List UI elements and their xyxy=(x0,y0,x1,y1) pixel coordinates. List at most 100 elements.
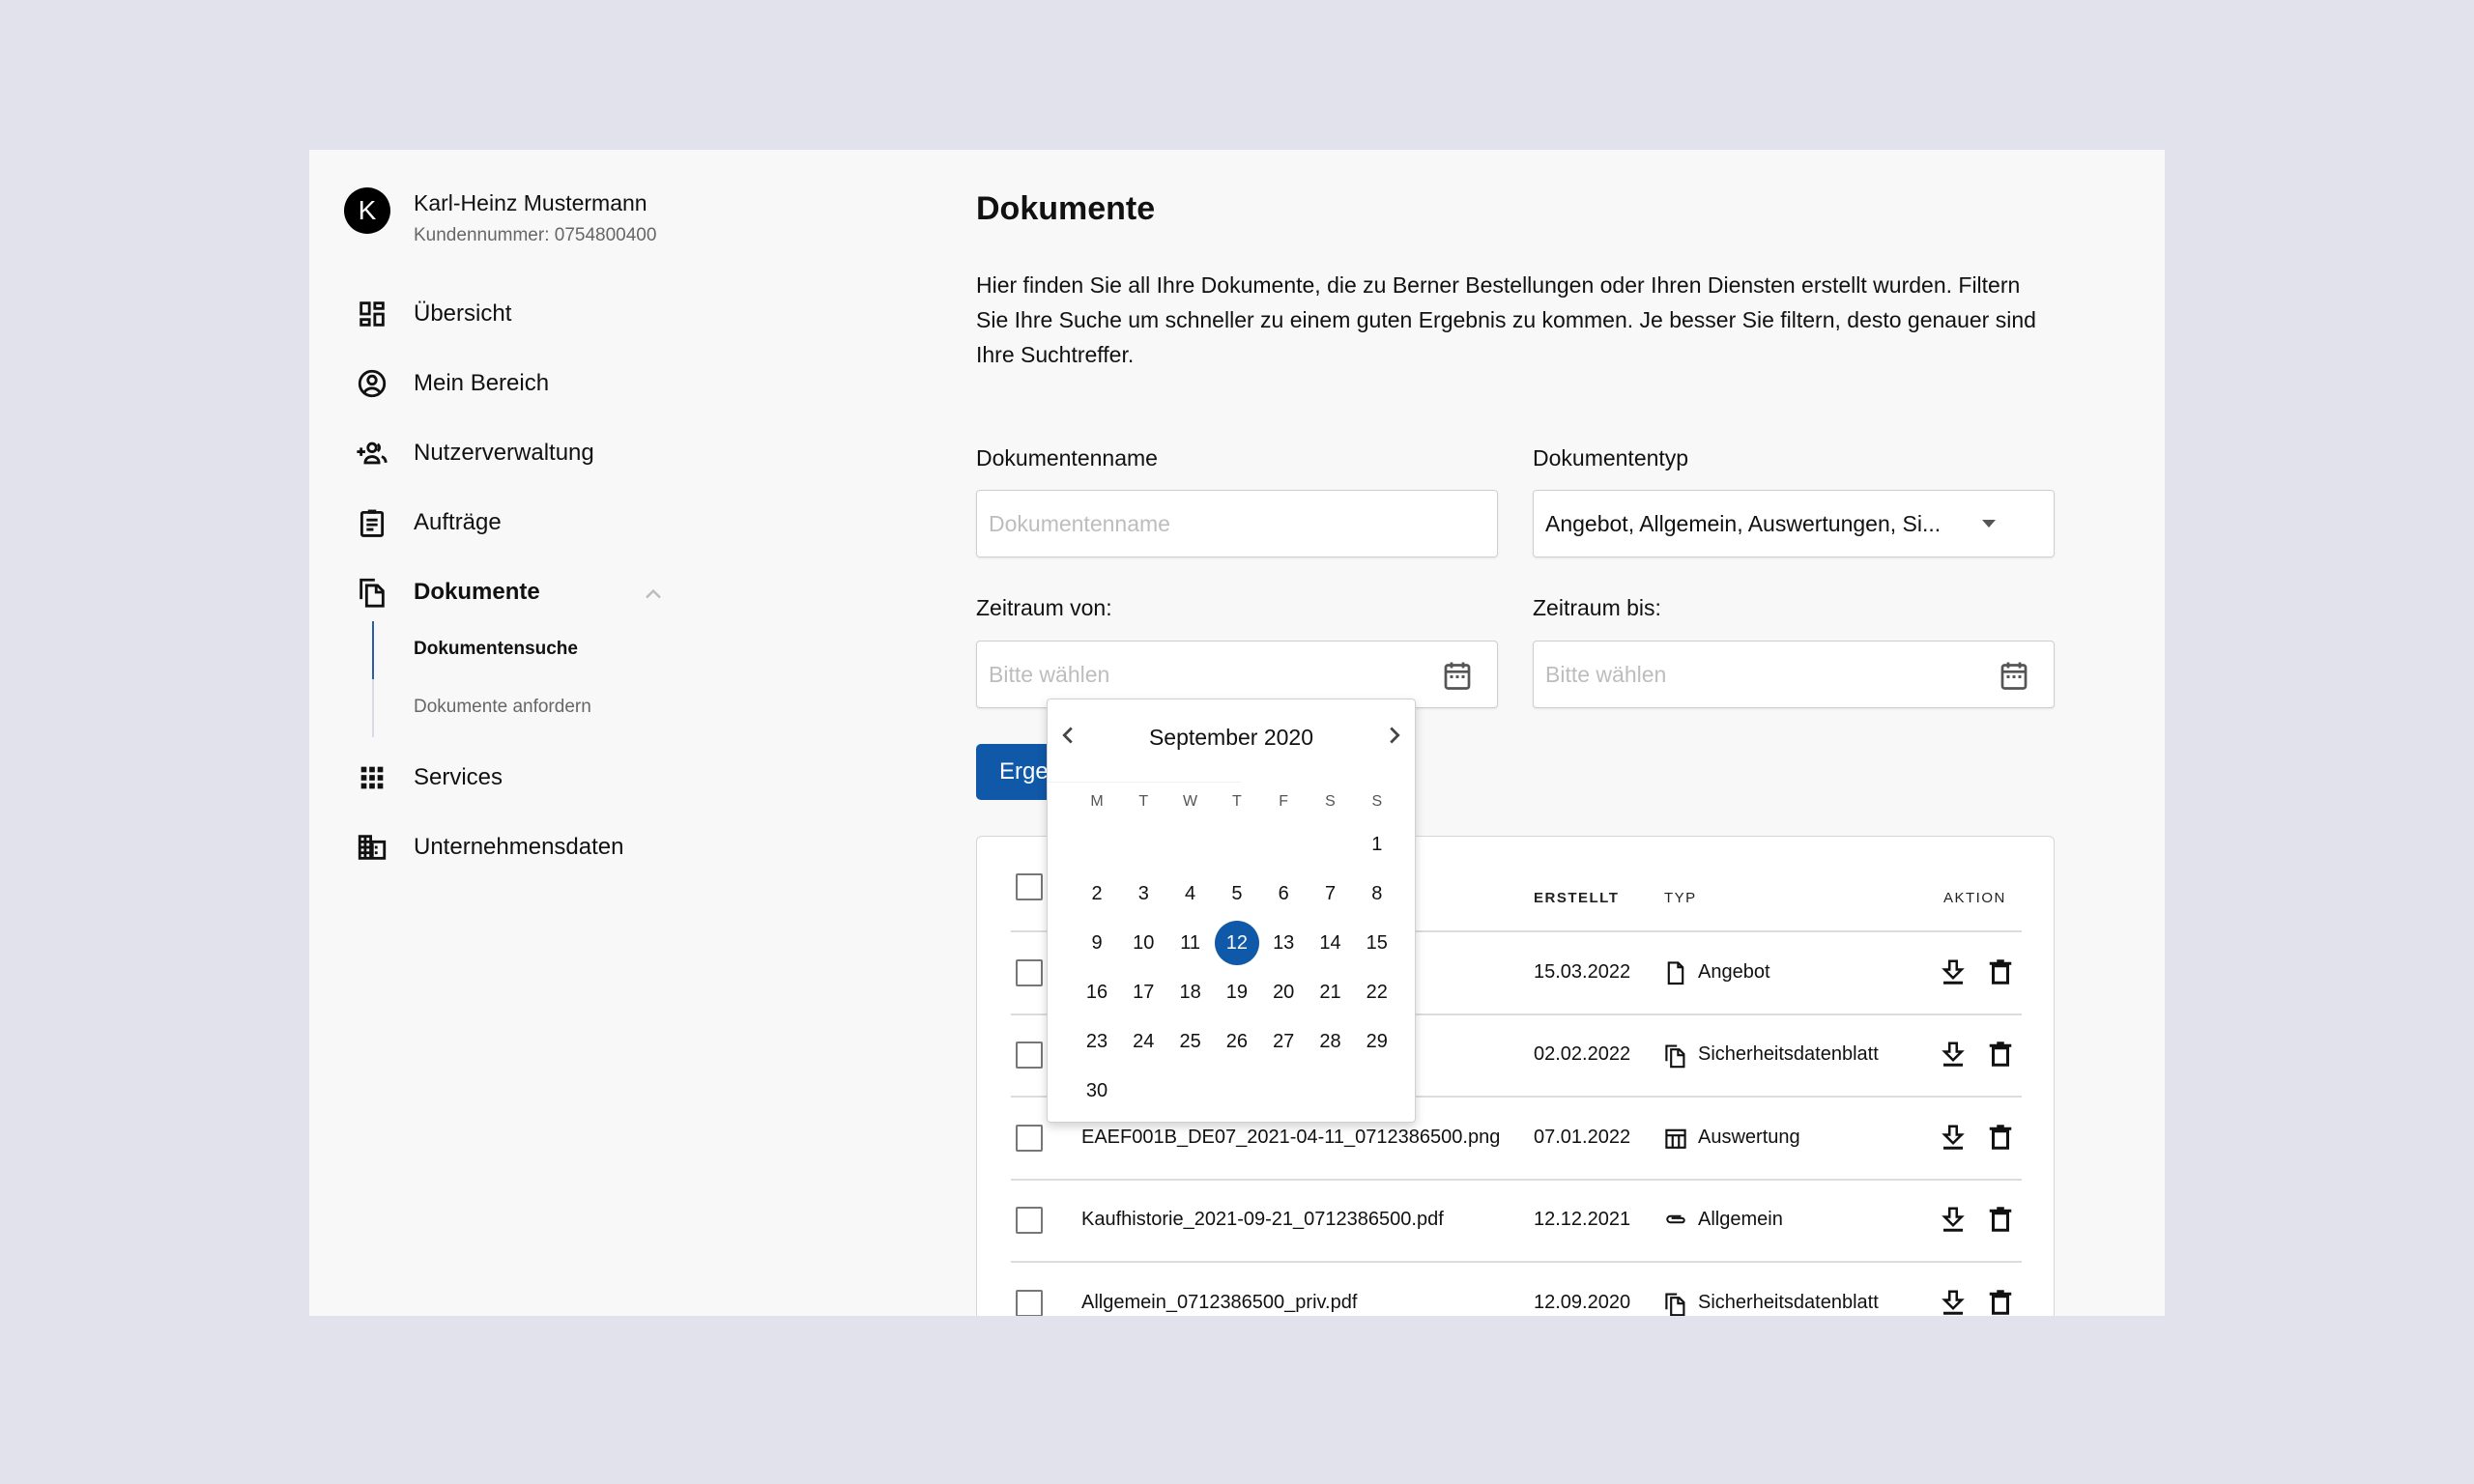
trash-icon[interactable] xyxy=(1986,1288,2015,1316)
calendar-day[interactable]: 16 xyxy=(1075,970,1119,1014)
calendar-day[interactable]: 7 xyxy=(1309,871,1353,916)
calendar-day[interactable]: 10 xyxy=(1121,921,1165,965)
document-name-input[interactable] xyxy=(989,510,1395,537)
calendar-day[interactable]: 27 xyxy=(1261,1019,1306,1064)
calendar-day[interactable]: 1 xyxy=(1355,822,1399,867)
row-checkbox[interactable] xyxy=(1016,1289,1043,1316)
weekday-label: F xyxy=(1279,793,1289,810)
weekday-label: W xyxy=(1183,793,1198,810)
datepicker-popup: September 2020 M T W T F S S 1 2 3 4 5 6 7 8 9 10 11 12 13 1… xyxy=(1047,699,1416,1123)
calendar-day[interactable]: 13 xyxy=(1261,921,1306,965)
calendar-day[interactable]: 4 xyxy=(1168,871,1213,916)
sidebar-item-uebersicht[interactable]: Übersicht xyxy=(309,287,715,341)
chevron-right-icon[interactable] xyxy=(1380,721,1409,750)
document-type-cell: Sicherheitsdatenblatt xyxy=(1698,1043,1879,1066)
table-icon xyxy=(1664,1126,1687,1151)
calendar-day[interactable]: 19 xyxy=(1215,970,1259,1014)
document-type-cell: Auswertung xyxy=(1698,1126,1800,1148)
account-circle-icon xyxy=(356,367,388,400)
date-from-label: Zeitraum von: xyxy=(976,595,1112,620)
calendar-day[interactable]: 2 xyxy=(1075,871,1119,916)
trash-icon[interactable] xyxy=(1986,1123,2015,1154)
sidebar-subitem-dokumente-anfordern[interactable]: Dokumente anfordern xyxy=(414,697,591,718)
date-to-label: Zeitraum bis: xyxy=(1533,595,1661,620)
row-checkbox[interactable] xyxy=(1016,1124,1043,1152)
calendar-icon[interactable] xyxy=(1443,659,1472,692)
column-header-created[interactable]: ERSTELLT xyxy=(1534,890,1619,906)
document-name-cell[interactable]: Allgemein_0712386500_priv.pdf xyxy=(1081,1292,1357,1314)
sidebar-item-unternehmensdaten[interactable]: Unternehmensdaten xyxy=(309,820,715,874)
created-date-cell: 15.03.2022 xyxy=(1528,960,1631,984)
calendar-day[interactable]: 15 xyxy=(1355,921,1399,965)
sidebar-item-label: Aufträge xyxy=(414,509,502,535)
weekday-label: S xyxy=(1325,793,1336,810)
group-add-icon xyxy=(356,437,388,470)
trash-icon[interactable] xyxy=(1986,1205,2015,1236)
copy-icon xyxy=(1664,1291,1687,1316)
download-icon[interactable] xyxy=(1939,1040,1968,1070)
calendar-day[interactable]: 26 xyxy=(1215,1019,1259,1064)
download-icon[interactable] xyxy=(1939,957,1968,988)
sidebar-item-label: Unternehmensdaten xyxy=(414,834,624,860)
calendar-day-selected[interactable]: 12 xyxy=(1214,921,1259,965)
calendar-day[interactable]: 9 xyxy=(1075,921,1119,965)
column-header-type: TYP xyxy=(1664,890,1697,906)
document-name-cell[interactable]: Kaufhistorie_2021-09-21_0712386500.pdf xyxy=(1081,1209,1444,1231)
calendar-day[interactable]: 14 xyxy=(1309,921,1353,965)
weekday-label: T xyxy=(1232,793,1242,810)
weekday-label: M xyxy=(1090,793,1104,810)
user-name: Karl-Heinz Mustermann xyxy=(414,190,647,215)
document-name-label: Dokumentenname xyxy=(976,445,1158,471)
sidebar-item-label: Nutzerverwaltung xyxy=(414,440,594,466)
sidebar-item-nutzerverwaltung[interactable]: Nutzerverwaltung xyxy=(309,426,715,480)
row-checkbox[interactable] xyxy=(1016,1042,1043,1070)
select-all-checkbox[interactable] xyxy=(1016,873,1043,900)
row-checkbox[interactable] xyxy=(1016,1207,1043,1235)
row-checkbox[interactable] xyxy=(1016,958,1043,986)
calendar-day[interactable]: 18 xyxy=(1168,970,1213,1014)
trash-icon[interactable] xyxy=(1986,1040,2015,1070)
calendar-day[interactable]: 25 xyxy=(1168,1019,1213,1064)
sidebar-subitem-dokumentensuche[interactable]: Dokumentensuche xyxy=(414,639,578,660)
calendar-day[interactable]: 22 xyxy=(1355,970,1399,1014)
avatar-initial: K xyxy=(358,195,377,225)
calendar-day[interactable]: 11 xyxy=(1168,921,1213,965)
sidebar-item-services[interactable]: Services xyxy=(309,751,715,805)
page-title: Dokumente xyxy=(976,190,1156,227)
sidebar-item-label: Mein Bereich xyxy=(414,370,550,396)
created-date-cell: 12.09.2020 xyxy=(1528,1291,1631,1314)
calendar-day[interactable]: 24 xyxy=(1121,1019,1165,1064)
paperclip-icon xyxy=(1664,1208,1687,1233)
calendar-header-divider xyxy=(1048,782,1241,783)
calendar-icon[interactable] xyxy=(1999,659,2028,692)
download-icon[interactable] xyxy=(1939,1205,1968,1236)
app-panel: K Karl-Heinz Mustermann Kundennummer: 07… xyxy=(309,150,2165,1316)
calendar-day[interactable]: 17 xyxy=(1121,970,1165,1014)
trash-icon[interactable] xyxy=(1986,957,2015,988)
chevron-up-icon[interactable] xyxy=(640,581,667,608)
document-name-field[interactable] xyxy=(976,490,1498,557)
download-icon[interactable] xyxy=(1939,1288,1968,1316)
calendar-day[interactable]: 6 xyxy=(1261,871,1306,916)
calendar-day[interactable]: 21 xyxy=(1309,970,1353,1014)
calendar-day[interactable]: 3 xyxy=(1121,871,1165,916)
calendar-day[interactable]: 23 xyxy=(1075,1019,1119,1064)
calendar-day[interactable]: 8 xyxy=(1355,871,1399,916)
sidebar-item-auftraege[interactable]: Aufträge xyxy=(309,496,715,550)
date-to-field[interactable]: Bitte wählen xyxy=(1533,641,2055,708)
document-type-select[interactable]: Angebot, Allgemein, Auswertungen, Si... xyxy=(1533,490,2055,557)
calendar-day[interactable]: 28 xyxy=(1309,1019,1353,1064)
calendar-day[interactable]: 29 xyxy=(1355,1019,1399,1064)
documents-icon xyxy=(356,576,388,609)
calendar-day[interactable]: 30 xyxy=(1075,1069,1119,1113)
calendar-day[interactable]: 5 xyxy=(1215,871,1259,916)
document-name-cell[interactable]: EAEF001B_DE07_2021-04-11_0712386500.png xyxy=(1081,1127,1500,1149)
document-type-cell: Sicherheitsdatenblatt xyxy=(1698,1291,1879,1313)
avatar[interactable]: K xyxy=(344,187,390,234)
calendar-day[interactable]: 20 xyxy=(1261,970,1306,1014)
weekday-label: S xyxy=(1371,793,1383,810)
sidebar-item-mein-bereich[interactable]: Mein Bereich xyxy=(309,357,715,411)
download-icon[interactable] xyxy=(1939,1123,1968,1154)
row-divider xyxy=(1011,1178,2022,1181)
copy-icon xyxy=(1664,1042,1687,1069)
